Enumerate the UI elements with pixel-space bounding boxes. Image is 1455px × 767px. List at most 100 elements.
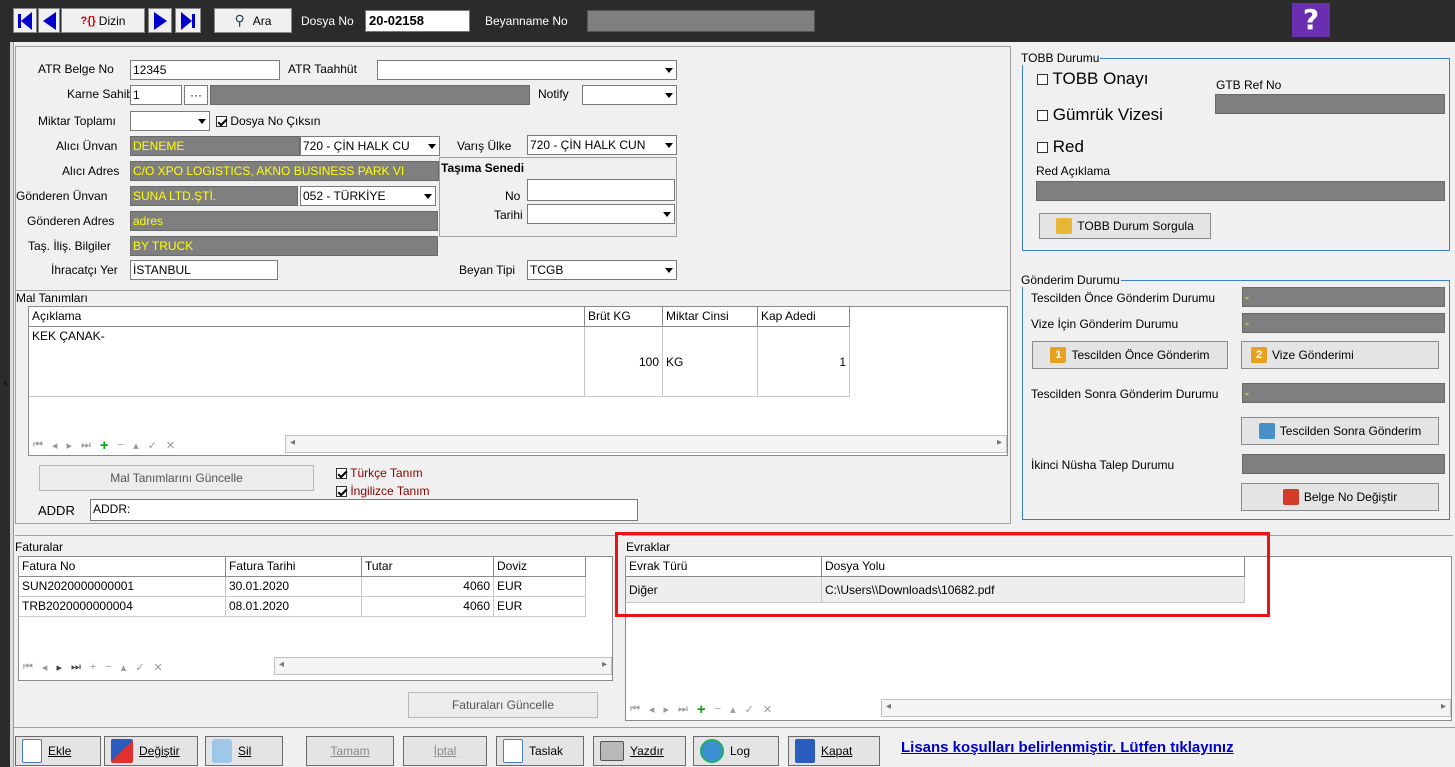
miktar-toplami-select[interactable] bbox=[130, 111, 210, 131]
fatura-header-no[interactable]: Fatura No bbox=[19, 557, 226, 577]
license-link[interactable]: Lisans koşulları belirlenmiştir. Lütfen … bbox=[901, 739, 1234, 756]
ingilizce-tanim-checkbox[interactable]: İngilizce Tanım bbox=[336, 483, 430, 499]
degistir-button[interactable]: Değiştir bbox=[104, 736, 198, 766]
vize-button[interactable]: 2 Vize Gönderimi bbox=[1241, 341, 1439, 369]
fatura-h-scrollbar[interactable]: ◂ ▸ bbox=[274, 657, 612, 675]
dosya-no-ciksin-checkbox[interactable]: Dosya No Çıksın bbox=[216, 113, 320, 129]
first-record-button[interactable] bbox=[13, 8, 37, 33]
gtb-ref-input[interactable] bbox=[1215, 94, 1445, 114]
tobb-title: TOBB Durumu bbox=[1020, 51, 1101, 65]
tasima-tarihi-select[interactable] bbox=[527, 204, 675, 224]
tobb-onayi-checkbox[interactable]: TOBB Onayı bbox=[1037, 68, 1148, 90]
mal-header-cins[interactable]: Miktar Cinsi bbox=[663, 307, 758, 327]
help-icon[interactable]: ? bbox=[1292, 3, 1330, 37]
mal-header-kap[interactable]: Kap Adedi bbox=[758, 307, 850, 327]
alici-unvan-input[interactable]: DENEME bbox=[130, 136, 300, 156]
dizin-button[interactable]: ?{} Dizin bbox=[61, 8, 145, 33]
tarihi-label: Tarihi bbox=[494, 208, 523, 222]
mal-guncelle-button[interactable]: Mal Tanımlarını Güncelle bbox=[39, 465, 314, 491]
karne-sahibi-input[interactable]: 1 bbox=[130, 85, 182, 105]
fatura-header-tarih[interactable]: Fatura Tarihi bbox=[226, 557, 362, 577]
atr-taahhut-select[interactable] bbox=[377, 60, 677, 80]
fatura-header-tutar[interactable]: Tutar bbox=[362, 557, 494, 577]
collapse-arrow-icon[interactable]: ‹ bbox=[4, 378, 8, 390]
tamam-button[interactable]: Tamam bbox=[306, 736, 394, 766]
ara-button[interactable]: ⚲ Ara bbox=[214, 8, 292, 33]
tescil-sonra-button[interactable]: Tescilden Sonra Gönderim bbox=[1241, 417, 1439, 445]
mal-header-aciklama[interactable]: Açıklama bbox=[29, 307, 585, 327]
gonderen-ulke-select[interactable]: 052 - TÜRKİYE bbox=[300, 186, 436, 206]
evrak-h-scrollbar[interactable]: ◂ ▸ bbox=[881, 699, 1451, 717]
tobb-group: TOBB Durumu TOBB Onayı GTB Ref No Gümrük… bbox=[1020, 51, 1450, 251]
addr-input[interactable]: ADDR: bbox=[90, 499, 638, 521]
prev-record-button[interactable] bbox=[38, 8, 60, 33]
tescil-once-value: - bbox=[1242, 287, 1445, 307]
table-row[interactable]: TRB2020000000004 08.01.2020 4060 EUR bbox=[19, 597, 586, 617]
kapat-button[interactable]: Kapat bbox=[788, 736, 880, 766]
tobb-sorgula-button[interactable]: TOBB Durum Sorgula bbox=[1039, 213, 1211, 239]
toolbar: ?{} Dizin ⚲ Ara Dosya No 20-02158 Beyann… bbox=[0, 0, 1455, 42]
alici-unvan-label: Alıcı Ünvan bbox=[56, 139, 118, 153]
atr-belge-no-input[interactable]: 12345 bbox=[130, 60, 280, 80]
red-aciklama-label: Red Açıklama bbox=[1036, 164, 1111, 178]
alici-ulke-select[interactable]: 720 - ÇİN HALK CU bbox=[300, 136, 440, 156]
gonderen-adres-input[interactable]: adres bbox=[130, 211, 438, 231]
table-row[interactable]: KEK ÇANAK- 100 KG 1 bbox=[29, 327, 850, 397]
fatura-cell-tarih: 08.01.2020 bbox=[226, 597, 362, 617]
yazdir-button[interactable]: Yazdır bbox=[593, 736, 686, 766]
red-checkbox[interactable]: Red bbox=[1037, 136, 1084, 158]
gonderen-unvan-input[interactable]: SUNA LTD.ŞTİ. bbox=[130, 186, 298, 206]
gumruk-vizesi-checkbox[interactable]: Gümrük Vizesi bbox=[1037, 104, 1163, 126]
fatura-cell-no: TRB2020000000004 bbox=[19, 597, 226, 617]
fatura-cell-tutar: 4060 bbox=[362, 577, 494, 597]
fatura-cell-tutar: 4060 bbox=[362, 597, 494, 617]
turkce-tanim-checkbox[interactable]: Türkçe Tanım bbox=[336, 465, 423, 481]
log-button[interactable]: Log bbox=[693, 736, 779, 766]
iptal-button[interactable]: İptal bbox=[403, 736, 487, 766]
dosya-no-input[interactable]: 20-02158 bbox=[365, 10, 470, 32]
miktar-toplami-label: Miktar Toplamı bbox=[38, 114, 116, 128]
no-label: No bbox=[505, 189, 521, 203]
evrak-navigator[interactable]: ⏮ ◂ ▸ ⏭ + − ▴ ✓ ✕ bbox=[630, 699, 772, 719]
varis-ulke-select[interactable]: 720 - ÇİN HALK CUN bbox=[527, 135, 677, 155]
beyan-tipi-select[interactable]: TCGB bbox=[527, 260, 677, 280]
table-row[interactable]: SUN2020000000001 30.01.2020 4060 EUR bbox=[19, 577, 586, 597]
left-splitter[interactable] bbox=[10, 42, 14, 767]
red-aciklama-input[interactable] bbox=[1036, 181, 1445, 201]
printer-icon bbox=[600, 741, 624, 761]
fatura-cell-no: SUN2020000000001 bbox=[19, 577, 226, 597]
tasima-no-input[interactable] bbox=[527, 179, 675, 201]
ekle-button[interactable]: Ekle bbox=[15, 736, 101, 766]
mal-cell-cins: KG bbox=[663, 327, 758, 397]
taslak-button[interactable]: Taslak bbox=[496, 736, 584, 766]
faturalari-guncelle-button[interactable]: Faturaları Güncelle bbox=[408, 692, 598, 718]
sil-button[interactable]: Sil bbox=[205, 736, 283, 766]
recycle-bin-icon bbox=[212, 739, 232, 763]
mal-header-brut[interactable]: Brüt KG bbox=[585, 307, 663, 327]
mal-grid: Açıklama Brüt KG Miktar Cinsi Kap Adedi … bbox=[28, 306, 1008, 456]
karne-sahibi-name-field bbox=[210, 85, 530, 105]
fatura-navigator[interactable]: ⏮ ◂ ▸ ⏭ + − ▴ ✓ ✕ bbox=[23, 657, 163, 677]
faturalar-grid: Fatura No Fatura Tarihi Tutar Doviz SUN2… bbox=[18, 556, 613, 681]
tescil-sonra-value: - bbox=[1242, 383, 1445, 403]
tescil-once-button[interactable]: 1 Tescilden Önce Gönderim bbox=[1032, 341, 1228, 369]
gtb-ref-label: GTB Ref No bbox=[1216, 78, 1282, 92]
ikinci-nusha-label: İkinci Nüsha Talep Durumu bbox=[1031, 458, 1175, 472]
last-record-button[interactable] bbox=[175, 8, 201, 33]
notify-select[interactable] bbox=[582, 85, 677, 105]
log-icon bbox=[700, 739, 724, 763]
karne-sahibi-lookup-button[interactable]: ··· bbox=[184, 85, 208, 105]
tas-ilis-input[interactable]: BY TRUCK bbox=[130, 236, 438, 256]
dizin-icon: ?{} bbox=[80, 14, 96, 27]
number-2-icon: 2 bbox=[1251, 347, 1267, 363]
beyanname-no-input[interactable] bbox=[587, 10, 815, 32]
vize-value: - bbox=[1242, 313, 1445, 333]
fatura-header-doviz[interactable]: Doviz bbox=[494, 557, 586, 577]
gonderen-adres-label: Gönderen Adres bbox=[27, 214, 115, 228]
alici-adres-input[interactable]: C/O XPO LOGISTICS, AKNO BUSINESS PARK VI bbox=[130, 161, 439, 181]
belge-no-degistir-button[interactable]: Belge No Değiştir bbox=[1241, 483, 1439, 511]
mal-navigator[interactable]: ⏮ ◂ ▸ ⏭ + − ▴ ✓ ✕ bbox=[33, 435, 175, 455]
mal-h-scrollbar[interactable]: ◂ ▸ bbox=[285, 435, 1007, 453]
next-record-button[interactable] bbox=[148, 8, 172, 33]
ihracatci-yer-input[interactable]: İSTANBUL bbox=[130, 260, 278, 280]
